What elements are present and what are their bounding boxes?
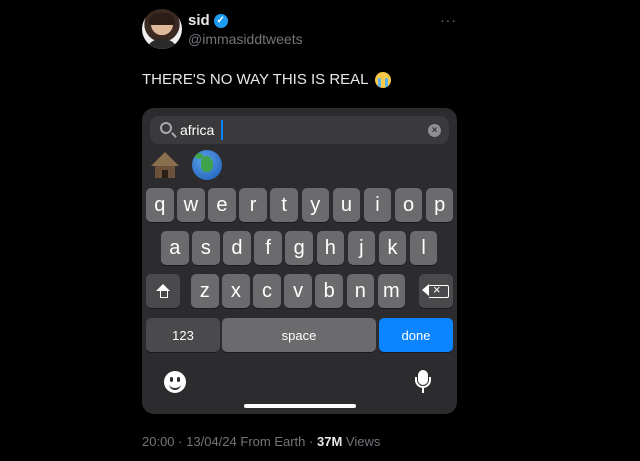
hut-emoji-icon[interactable]: [150, 150, 180, 180]
key-h[interactable]: h: [316, 231, 345, 265]
tweet-text-content: THERE'S NO WAY THIS IS REAL: [142, 71, 369, 88]
key-v[interactable]: v: [284, 274, 312, 308]
author-name-text: sid: [188, 12, 210, 29]
tweet-meta: 20:00 · 13/04/24 From Earth · 37M Views: [142, 434, 380, 449]
search-input[interactable]: africa: [180, 122, 214, 138]
key-m[interactable]: m: [377, 274, 406, 308]
key-i[interactable]: i: [363, 188, 392, 222]
tweet-source: From Earth: [240, 434, 306, 449]
views-count: 37M: [316, 434, 343, 449]
backspace-icon: [422, 282, 449, 298]
views-label: Views: [345, 434, 381, 449]
shift-key[interactable]: [146, 274, 180, 308]
avatar[interactable]: [142, 9, 182, 49]
separator: ·: [309, 434, 314, 449]
key-e[interactable]: e: [208, 188, 236, 222]
key-z[interactable]: z: [191, 274, 219, 308]
key-x[interactable]: x: [222, 274, 250, 308]
key-j[interactable]: j: [347, 231, 376, 265]
clear-icon[interactable]: ×: [428, 124, 441, 137]
backspace-key[interactable]: [419, 274, 453, 308]
key-s[interactable]: s: [192, 231, 220, 265]
key-w[interactable]: w: [177, 188, 205, 222]
avatar-hair: [149, 13, 175, 25]
search-icon: [160, 122, 172, 134]
home-indicator: [244, 404, 356, 408]
key-q[interactable]: q: [146, 188, 174, 222]
more-options-icon[interactable]: ···: [440, 12, 457, 28]
key-n[interactable]: n: [346, 274, 375, 308]
key-f[interactable]: f: [254, 231, 282, 265]
key-y[interactable]: y: [301, 188, 330, 222]
key-t[interactable]: t: [270, 188, 298, 222]
microphone-icon[interactable]: [414, 370, 432, 394]
text-caret: [221, 120, 223, 140]
keyboard-image[interactable]: africa × qwertyuiop asdfghjkl zxcvbnm 12…: [142, 108, 457, 414]
key-k[interactable]: k: [378, 231, 407, 265]
key-a[interactable]: a: [161, 231, 189, 265]
tweet-text: THERE'S NO WAY THIS IS REAL: [142, 71, 391, 88]
globe-africa-emoji-icon[interactable]: [192, 150, 222, 180]
emoji-search-field[interactable]: africa ×: [150, 116, 449, 144]
done-button[interactable]: done: [379, 318, 453, 352]
key-b[interactable]: b: [315, 274, 343, 308]
emoji-keyboard-icon[interactable]: [164, 371, 186, 393]
key-u[interactable]: u: [332, 188, 361, 222]
verified-icon: ✓: [213, 13, 228, 28]
avatar-shirt: [146, 39, 178, 49]
tweet-time[interactable]: 20:00: [142, 434, 175, 449]
key-l[interactable]: l: [409, 231, 438, 265]
key-o[interactable]: o: [394, 188, 423, 222]
key-r[interactable]: r: [239, 188, 267, 222]
author-name[interactable]: sid ✓: [188, 12, 228, 29]
shift-icon: [156, 284, 170, 298]
key-d[interactable]: d: [223, 231, 251, 265]
tweet-date[interactable]: 13/04/24: [186, 434, 237, 449]
numbers-key[interactable]: 123: [146, 318, 220, 352]
key-g[interactable]: g: [285, 231, 313, 265]
space-key[interactable]: space: [222, 318, 376, 352]
key-c[interactable]: c: [253, 274, 281, 308]
separator: ·: [178, 434, 183, 449]
author-handle[interactable]: @immasiddtweets: [188, 31, 303, 47]
loudly-crying-face-icon: [374, 71, 391, 88]
key-p[interactable]: p: [425, 188, 454, 222]
